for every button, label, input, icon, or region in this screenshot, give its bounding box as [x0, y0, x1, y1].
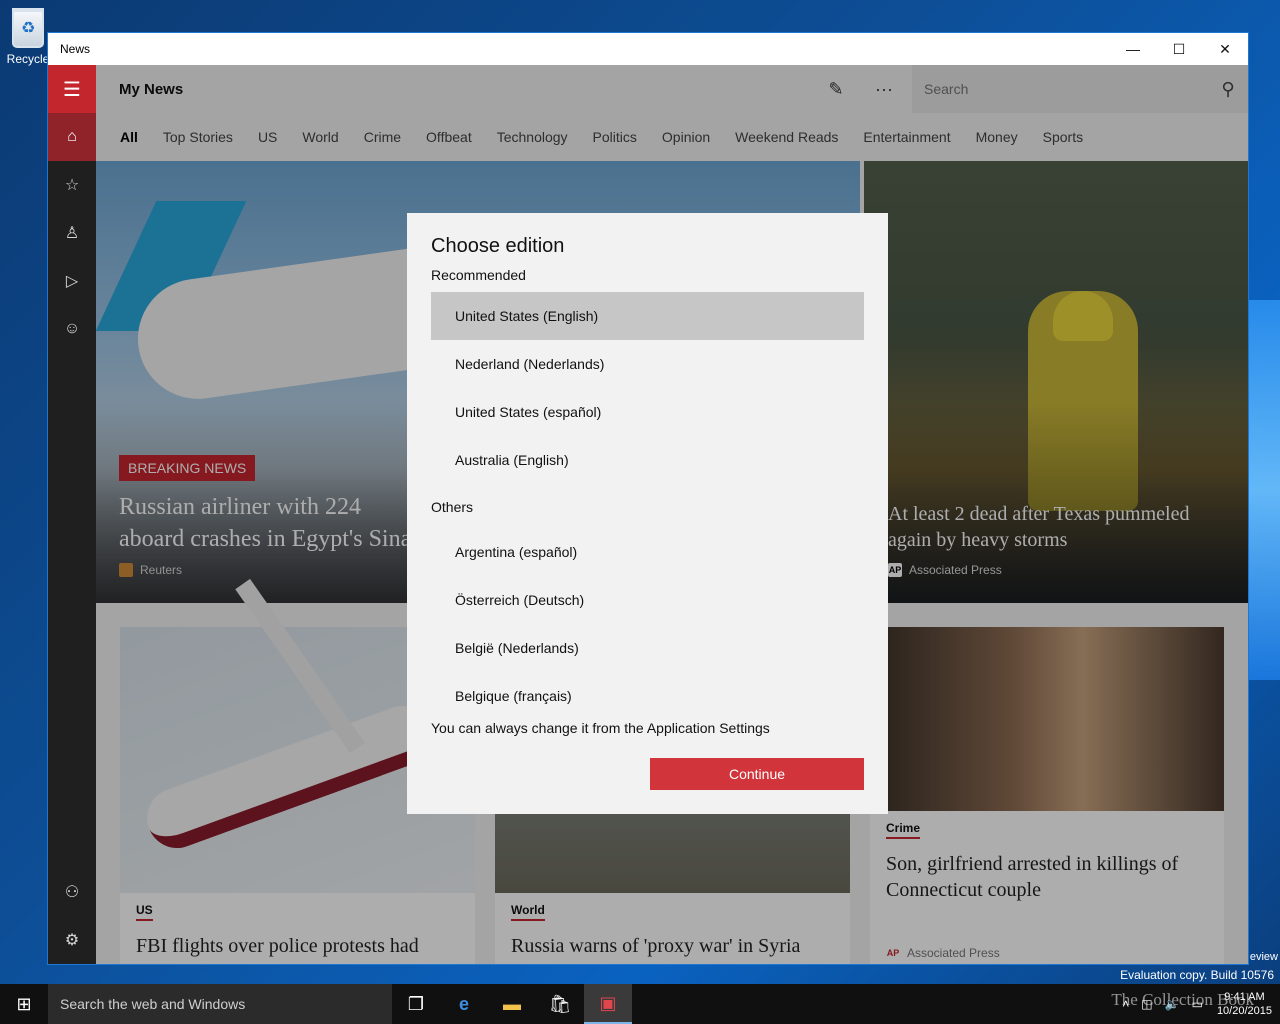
dialog-note: You can always change it from the Applic… — [431, 720, 770, 736]
clock-date: 10/20/2015 — [1216, 1005, 1272, 1017]
chevron-up-icon[interactable]: ˄ — [1122, 997, 1129, 1011]
clock-time: 9:41 AM — [1224, 991, 1265, 1003]
others-label: Others — [431, 499, 474, 515]
edition-option[interactable]: Nederland (Nederlands) — [431, 340, 864, 388]
recommended-label: Recommended — [431, 267, 526, 283]
choose-edition-dialog: Choose edition Recommended United States… — [407, 213, 888, 814]
edition-option[interactable]: United States (English) — [431, 292, 864, 340]
sidebar: ☰ ⌂ ☆ ♙ ▷ ☺ ⚇ ⚙ — [48, 65, 96, 964]
edition-option[interactable]: Österreich (Deutsch) — [431, 576, 864, 624]
edge-browser-icon[interactable]: e — [440, 984, 488, 1024]
edition-option[interactable]: Argentina (español) — [431, 528, 864, 576]
edition-option[interactable]: Australia (English) — [431, 436, 864, 484]
add-user-icon[interactable]: ⚇ — [48, 868, 96, 916]
continue-button[interactable]: Continue — [650, 758, 864, 790]
taskbar-search[interactable]: Search the web and Windows — [48, 984, 392, 1024]
taskbar-search-placeholder: Search the web and Windows — [60, 996, 246, 1012]
clock[interactable]: 9:41 AM 10/20/2015 — [1217, 990, 1272, 1018]
video-icon[interactable]: ▷ — [48, 257, 96, 305]
task-view-icon[interactable]: ❐ — [392, 984, 440, 1024]
minimize-button[interactable]: — — [1110, 33, 1156, 65]
file-explorer-icon[interactable]: ▬ — [488, 984, 536, 1024]
maximize-button[interactable]: ☐ — [1156, 33, 1202, 65]
local-icon[interactable]: ♙ — [48, 209, 96, 257]
smiley-icon[interactable]: ☺ — [48, 305, 96, 353]
dialog-title: Choose edition — [431, 235, 565, 257]
evaluation-watermark: Evaluation copy. Build 10576 — [1120, 968, 1274, 982]
recycle-bin-icon — [12, 8, 44, 48]
settings-gear-icon[interactable]: ⚙ — [48, 916, 96, 964]
preview-watermark: eview — [1249, 951, 1278, 963]
window-title: News — [60, 42, 91, 56]
action-center-icon[interactable]: ▭ — [1192, 997, 1203, 1011]
taskbar: ⊞ Search the web and Windows ❐ e ▬ 🛍 ▣ T… — [0, 984, 1280, 1024]
edition-option[interactable]: Belgique (français) — [431, 672, 864, 720]
recycle-bin-label: Recycle — [6, 52, 50, 66]
home-icon[interactable]: ⌂ — [48, 113, 96, 161]
interests-icon[interactable]: ☆ — [48, 161, 96, 209]
news-app-icon[interactable]: ▣ — [584, 984, 632, 1024]
recycle-bin[interactable]: Recycle — [6, 8, 50, 66]
store-icon[interactable]: 🛍 — [536, 984, 584, 1024]
windows-start-icon[interactable]: ⊞ — [0, 984, 48, 1024]
edition-option[interactable]: United States (español) — [431, 388, 864, 436]
system-tray: ˄ ◫ 🔈 ▭ 9:41 AM 10/20/2015 — [1116, 984, 1272, 1024]
close-button[interactable]: ✕ — [1202, 33, 1248, 65]
title-bar: News — ☐ ✕ — [48, 33, 1248, 65]
hamburger-menu-icon[interactable]: ☰ — [48, 65, 96, 113]
edition-option[interactable]: België (Nederlands) — [431, 624, 864, 672]
network-icon[interactable]: ◫ — [1141, 997, 1152, 1011]
volume-icon[interactable]: 🔈 — [1165, 997, 1180, 1011]
